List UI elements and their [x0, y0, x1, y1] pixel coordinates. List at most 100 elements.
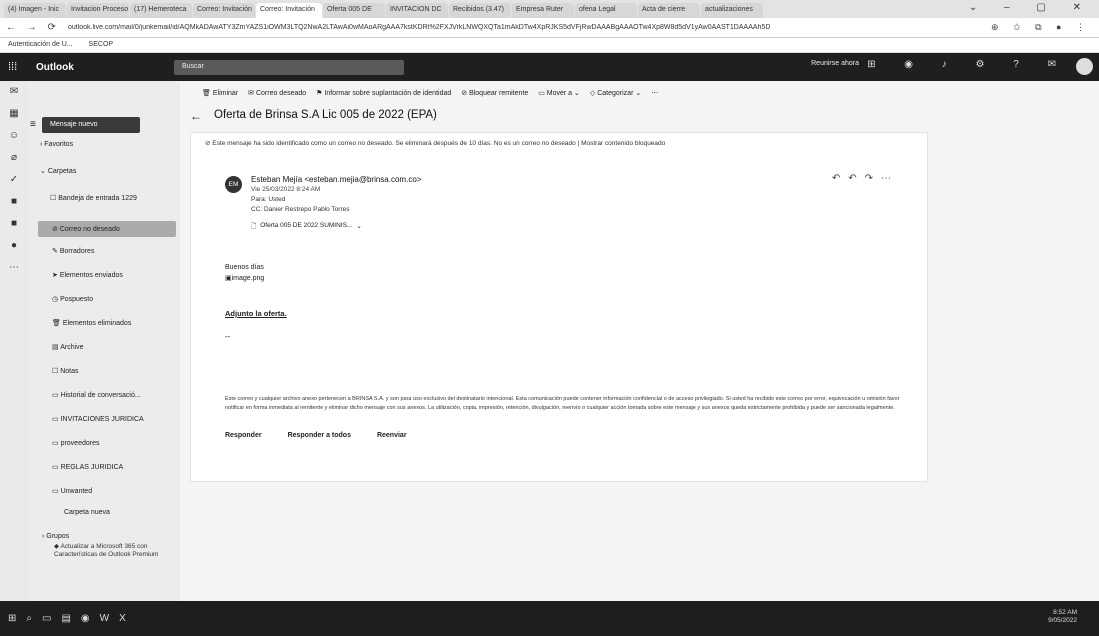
chevron-down-icon[interactable]: ⌄ — [356, 222, 361, 233]
browser-tab[interactable]: (4) Imagen - Inic — [4, 3, 66, 18]
clock-time: 8:52 AM — [1053, 609, 1077, 616]
sender-avatar: EM — [225, 176, 242, 193]
report-phishing-button[interactable]: ⚑ Informar sobre suplantación de identid… — [316, 89, 451, 97]
attach-icon[interactable]: ⌀ — [0, 147, 28, 169]
forward-button[interactable]: Reenviar — [377, 432, 407, 439]
folder-invitaciones[interactable]: ▭ INVITACIONES JURIDICA — [52, 415, 144, 423]
meet-now-button[interactable]: Reunirse ahora — [811, 60, 859, 67]
powerpoint-icon[interactable]: ● — [0, 235, 28, 257]
reply-button[interactable]: Responder — [225, 432, 262, 439]
folder-group-grupos[interactable]: › Grupos — [42, 533, 69, 540]
word-icon[interactable]: ■ — [0, 191, 28, 213]
block-sender-button[interactable]: ⊘ Bloquear remitente — [461, 89, 528, 97]
message-toolbar: 🗑 Eliminar ✉ Correo deseado ⚑ Informar s… — [180, 81, 940, 105]
bookmark-link[interactable]: Autenticación de U... — [8, 41, 73, 48]
browser-extension-icons[interactable]: ⊕ ✩ ⧉ ● ⋮ — [991, 22, 1091, 33]
attachment-card[interactable]: 🗋 Oferta 005 DE 2022 SUMINIS... ⌄ — [251, 222, 362, 233]
url-field[interactable]: outlook.live.com/mail/0/junkemail/id/AQM… — [68, 24, 948, 31]
mail-icon[interactable]: ✉ — [0, 81, 28, 103]
browser-tab[interactable]: Oferta 005 DE — [323, 3, 385, 18]
sender-name[interactable]: Esteban Mejía <esteban.mejia@brinsa.com.… — [251, 175, 421, 184]
new-mail-button[interactable]: Mensaje nuevo — [42, 117, 140, 133]
back-forward-reload-icon[interactable]: ← → ⟳ — [6, 22, 60, 33]
folder-junk[interactable]: ⊘ Correo no deseado — [38, 221, 176, 237]
folder-label: Notas — [60, 368, 79, 375]
outlook-header: ⁞⁞⁞ Outlook Buscar Reunirse ahora ⊞ ◉ ♪ … — [0, 53, 1099, 81]
file-explorer-icon[interactable]: ▤ — [61, 613, 70, 624]
browser-tab[interactable]: (17) Hemeroteca — [130, 3, 192, 18]
more-apps-icon[interactable]: ⋯ — [0, 257, 28, 279]
back-arrow-icon[interactable]: ← — [190, 109, 202, 123]
reply-bar: Responder Responder a todos Reenviar — [225, 432, 407, 439]
avatar[interactable] — [1076, 58, 1093, 75]
folder-label: INVITACIONES JURIDICA — [60, 416, 144, 423]
signature-separator: -- — [225, 332, 231, 341]
browser-tab[interactable]: Recibidos (3.47) — [449, 3, 511, 18]
folder-scheduled[interactable]: ◷ Pospuesto — [52, 295, 93, 303]
menu-icon[interactable]: ≡ — [30, 119, 36, 130]
delete-button[interactable]: 🗑 Eliminar — [202, 89, 238, 97]
legal-disclaimer: Este correo y cualquier archivo anexo pe… — [225, 396, 900, 411]
browser-tab[interactable]: Empresa Ruter — [512, 3, 574, 18]
folder-history[interactable]: ▭ Historial de conversació... — [52, 391, 141, 399]
move-label: Mover a — [546, 90, 573, 97]
people-icon[interactable]: ☺ — [0, 125, 28, 147]
reply-all-button[interactable]: Responder a todos — [288, 432, 351, 439]
body-greeting: Buenos días — [225, 264, 264, 271]
folder-reglas[interactable]: ▭ REGLAS JURIDICA — [52, 463, 123, 471]
folder-label: Historial de conversació... — [60, 392, 141, 399]
move-to-button[interactable]: ▭ Mover a ⌄ — [538, 89, 580, 97]
system-clock[interactable]: 8:52 AM 9/05/2022 — [1048, 609, 1077, 625]
browser-tab[interactable]: actualizaciones — [701, 3, 763, 18]
folder-unwanted[interactable]: ▭ Unwanted — [52, 487, 92, 495]
reply-icon[interactable]: ↶ — [832, 173, 848, 184]
folder-label: Elementos enviados — [59, 272, 123, 279]
message-date: Vie 25/03/2022 8:24 AM — [251, 186, 321, 193]
chrome-icon[interactable]: ◉ — [81, 613, 90, 624]
folder-sent[interactable]: ➤ Elementos enviados — [52, 271, 123, 279]
folder-archive[interactable]: ▤ Archive — [52, 343, 84, 351]
folder-label: Archive — [60, 344, 84, 351]
upgrade-promo[interactable]: ◆ Actualizar a Microsoft 365 con Caracte… — [54, 543, 164, 559]
not-junk-button[interactable]: ✉ Correo deseado — [248, 89, 306, 97]
reply-all-icon[interactable]: ↶ — [848, 173, 864, 184]
folder-drafts[interactable]: ✎ Borradores — [52, 247, 94, 255]
folder-proveedores[interactable]: ▭ proveedores — [52, 439, 99, 447]
task-view-icon[interactable]: ▭ — [42, 613, 51, 624]
folder-favorites[interactable]: › Favoritos — [40, 141, 73, 148]
browser-tab[interactable]: Acta de cierre — [638, 3, 700, 18]
forward-icon[interactable]: ↷ — [865, 173, 881, 184]
categorize-label: Categorizar — [597, 90, 634, 97]
header-action-icons[interactable]: ⊞ ◉ ♪ ⚙ ? ✉ — [867, 59, 1069, 70]
word-taskbar-icon[interactable]: W — [100, 613, 109, 624]
folder-notes[interactable]: ☐ Notas — [52, 367, 79, 375]
windows-start-icon[interactable]: ⊞ — [8, 613, 16, 624]
todo-icon[interactable]: ✓ — [0, 169, 28, 191]
search-icon[interactable]: ⌕ — [26, 613, 32, 624]
folder-group-carpetas[interactable]: ⌄ Carpetas — [40, 167, 76, 175]
new-folder-link[interactable]: Carpeta nueva — [64, 509, 110, 516]
block-label: Bloquear remitente — [469, 90, 529, 97]
excel-icon[interactable]: ■ — [0, 213, 28, 235]
browser-tab[interactable]: Correo: Invitación — [193, 3, 255, 18]
inline-image[interactable]: ▣image.png — [225, 274, 264, 282]
delete-label: Eliminar — [212, 90, 239, 97]
calendar-icon[interactable]: ▦ — [0, 103, 28, 125]
search-input[interactable]: Buscar — [174, 60, 404, 75]
folder-label: Favoritos — [44, 141, 74, 148]
more-icon[interactable]: ⋯ — [881, 173, 899, 184]
window-controls[interactable]: ⌄ – ▢ ✕ — [969, 2, 1093, 13]
folder-inbox[interactable]: ☐ Bandeja de entrada 1229 — [50, 194, 137, 202]
browser-tab[interactable]: ofena Legal — [575, 3, 637, 18]
browser-tab[interactable]: Invitacion Proceso — [67, 3, 129, 18]
folder-deleted[interactable]: 🗑 Elementos eliminados — [52, 319, 131, 327]
categorize-button[interactable]: ◇ Categorizar ⌄ — [590, 89, 641, 97]
browser-tab-active[interactable]: Correo: Invitación — [256, 3, 322, 18]
address-bar: ← → ⟳ outlook.live.com/mail/0/junkemail/… — [0, 18, 1099, 38]
more-options-icon[interactable]: ⋯ — [651, 89, 658, 97]
bookmark-link[interactable]: SECOP — [89, 41, 114, 48]
browser-tab[interactable]: INVITACION DC — [386, 3, 448, 18]
app-launcher-icon[interactable]: ⁞⁞⁞ — [8, 61, 28, 73]
excel-taskbar-icon[interactable]: X — [119, 613, 126, 624]
app-rail: ✉ ▦ ☺ ⌀ ✓ ■ ■ ● ⋯ — [0, 81, 28, 601]
